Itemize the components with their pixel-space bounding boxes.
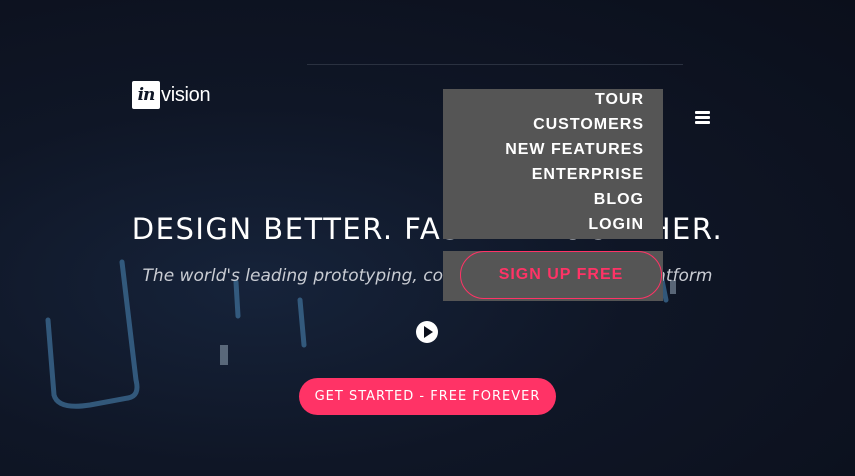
logo-mark: in <box>132 81 160 109</box>
hamburger-line <box>695 121 710 124</box>
nav-link-login[interactable]: LOGIN <box>588 216 644 233</box>
nav-item-tour: TOUR <box>443 87 663 112</box>
play-triangle <box>424 326 433 338</box>
nav-link-enterprise[interactable]: ENTERPRISE <box>532 166 644 183</box>
logo-wordmark: vision <box>161 83 211 106</box>
nav-item-customers: CUSTOMERS <box>443 112 663 137</box>
nav-link-new-features[interactable]: NEW FEATURES <box>505 141 644 158</box>
invision-logo[interactable]: in vision <box>132 81 211 109</box>
play-icon[interactable] <box>416 321 438 343</box>
nav-link-tour[interactable]: TOUR <box>595 91 644 108</box>
hero-section: in vision DESIGN BETTER. FASTER. TOGETHE… <box>0 0 855 476</box>
nav-item-new-features: NEW FEATURES <box>443 137 663 162</box>
nav-item-login: LOGIN <box>443 212 663 237</box>
hero-tagline: The world's leading prototyping, collabo… <box>142 266 713 286</box>
hamburger-line <box>695 116 710 119</box>
hero-headline: DESIGN BETTER. FASTER. TOGETHER. <box>131 212 724 246</box>
nav-dropdown-menu: TOUR CUSTOMERS NEW FEATURES ENTERPRISE B… <box>443 89 663 239</box>
nav-link-customers[interactable]: CUSTOMERS <box>533 116 644 133</box>
nav-link-blog[interactable]: BLOG <box>594 191 644 208</box>
get-started-button[interactable]: GET STARTED - FREE FOREVER <box>299 378 556 415</box>
hamburger-line <box>695 111 710 114</box>
nav-item-enterprise: ENTERPRISE <box>443 162 663 187</box>
sign-up-free-button[interactable]: SIGN UP FREE <box>460 251 662 299</box>
signup-panel: SIGN UP FREE <box>443 251 663 301</box>
nav-item-blog: BLOG <box>443 187 663 212</box>
hamburger-icon[interactable] <box>695 111 710 125</box>
